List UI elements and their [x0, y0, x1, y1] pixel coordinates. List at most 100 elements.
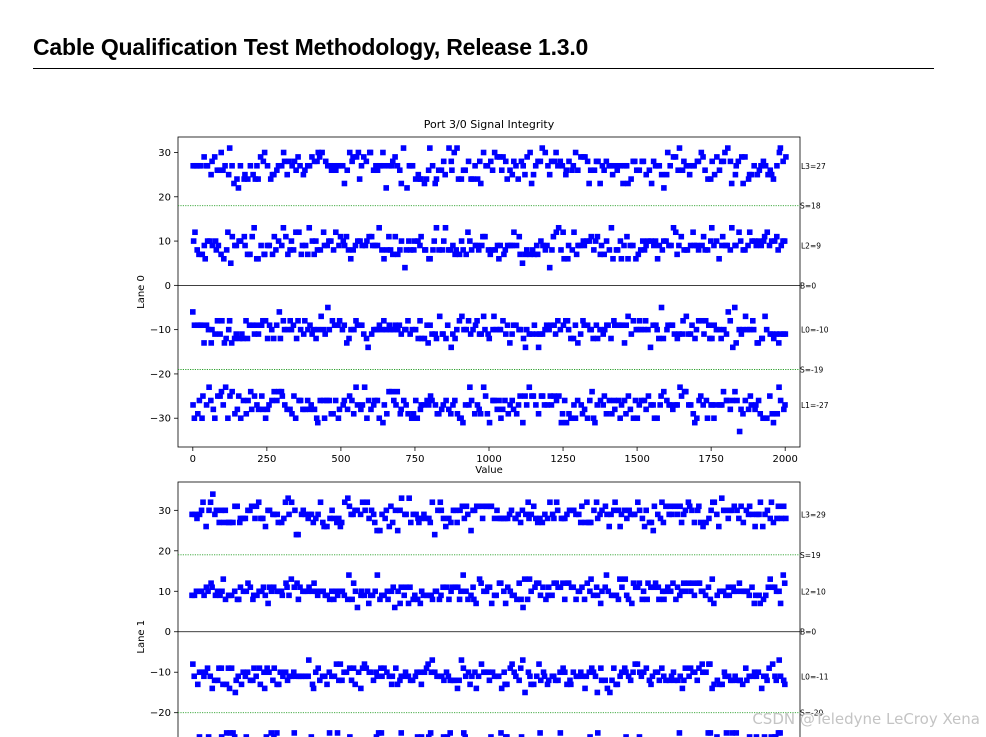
- data-point: [536, 661, 542, 667]
- data-point: [228, 665, 235, 671]
- data-point: [781, 580, 788, 586]
- data-point: [448, 519, 454, 526]
- data-point: [449, 167, 455, 174]
- data-point: [746, 592, 753, 599]
- data-point: [286, 511, 292, 518]
- data-point: [579, 503, 585, 510]
- data-point: [288, 499, 295, 506]
- data-point: [270, 335, 277, 342]
- data-point: [346, 335, 352, 342]
- data-point: [640, 158, 647, 165]
- data-point: [363, 158, 370, 165]
- data-point: [251, 665, 257, 671]
- data-point: [505, 410, 512, 417]
- data-point: [775, 503, 782, 510]
- data-point: [244, 335, 251, 342]
- data-point: [539, 393, 546, 399]
- data-point: [724, 397, 730, 404]
- data-point: [232, 689, 239, 696]
- data-point: [437, 499, 444, 506]
- data-point: [697, 393, 704, 399]
- data-point: [279, 393, 286, 399]
- data-point: [264, 162, 271, 169]
- data-point: [749, 584, 755, 591]
- data-point: [661, 185, 667, 191]
- data-point: [605, 322, 611, 329]
- data-point: [210, 406, 217, 413]
- data-point: [584, 415, 591, 422]
- data-point: [317, 499, 324, 506]
- data-point: [641, 523, 648, 530]
- x-tick-label: 500: [331, 454, 350, 465]
- data-point: [752, 523, 758, 530]
- data-point: [755, 669, 762, 676]
- data-point: [296, 229, 302, 236]
- data-point: [634, 415, 641, 422]
- data-point: [635, 499, 641, 506]
- data-point: [365, 600, 372, 607]
- data-point: [591, 167, 598, 174]
- data-point: [398, 495, 405, 501]
- data-point: [707, 661, 713, 667]
- data-point: [768, 499, 775, 506]
- data-point: [253, 673, 259, 680]
- data-point: [560, 229, 566, 236]
- data-point: [422, 247, 429, 253]
- data-point: [598, 242, 605, 249]
- data-point: [190, 238, 197, 244]
- data-point: [591, 247, 597, 253]
- data-point: [385, 596, 391, 603]
- data-point: [716, 255, 722, 262]
- data-point: [440, 515, 447, 522]
- data-point: [777, 730, 783, 736]
- data-point: [614, 681, 621, 688]
- data-point: [229, 162, 235, 169]
- data-point: [623, 162, 630, 169]
- data-point: [748, 171, 755, 178]
- data-point: [427, 519, 434, 526]
- data-point: [674, 251, 680, 258]
- data-point: [339, 677, 345, 684]
- data-point: [218, 149, 225, 156]
- data-point: [601, 251, 607, 258]
- data-point: [650, 527, 657, 534]
- data-point: [549, 247, 555, 253]
- data-point: [334, 730, 341, 736]
- data-point: [517, 519, 524, 526]
- data-point: [404, 185, 410, 191]
- data-point: [206, 507, 212, 514]
- data-point: [400, 145, 407, 151]
- data-point: [628, 331, 635, 337]
- data-point: [608, 224, 615, 231]
- data-point: [321, 415, 328, 422]
- data-point: [597, 180, 603, 187]
- data-point: [733, 340, 739, 346]
- data-point: [497, 242, 504, 249]
- data-point: [581, 596, 588, 603]
- data-point: [676, 730, 683, 736]
- data-point: [325, 304, 331, 311]
- data-point: [516, 677, 522, 684]
- data-point: [767, 576, 773, 582]
- data-point: [682, 588, 689, 595]
- data-point: [615, 596, 622, 603]
- data-point: [347, 255, 354, 262]
- data-point: [716, 167, 723, 174]
- data-point: [355, 149, 362, 156]
- data-point: [458, 657, 465, 663]
- data-point: [418, 681, 425, 688]
- data-point: [594, 335, 601, 342]
- data-point: [229, 388, 235, 395]
- data-point: [433, 224, 440, 231]
- data-point: [488, 600, 495, 607]
- data-point: [223, 247, 230, 253]
- data-point: [528, 180, 535, 187]
- data-point: [465, 511, 471, 518]
- data-point: [460, 665, 467, 671]
- data-point: [513, 162, 519, 169]
- data-point: [782, 402, 788, 408]
- data-point: [643, 507, 649, 514]
- data-point: [397, 507, 403, 514]
- data-point: [262, 523, 269, 530]
- data-point: [242, 242, 248, 249]
